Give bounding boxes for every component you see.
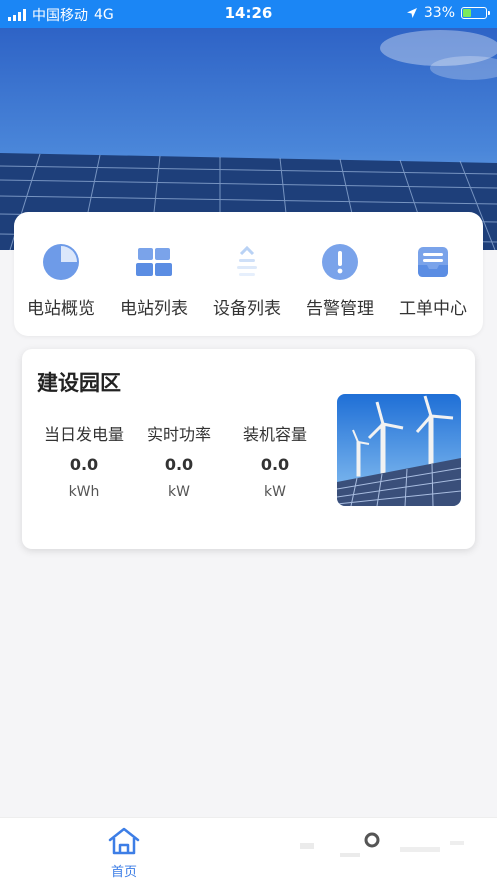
stat-value: 0.0 — [69, 455, 99, 474]
stat-realtime-power: 实时功率 0.0 kW — [129, 421, 229, 500]
stat-daily-generation: 当日发电量 0.0 kWh — [34, 421, 134, 500]
grid-list-icon — [136, 248, 172, 276]
stat-label: 装机容量 — [242, 425, 307, 444]
tab-home-label: 首页 — [110, 865, 137, 880]
menu-label: 告警管理 — [306, 299, 374, 319]
menu-item-station-list[interactable]: 电站列表 — [109, 242, 199, 319]
menu-label: 设备列表 — [213, 299, 281, 319]
menu-item-device-list[interactable]: 设备列表 — [202, 242, 292, 319]
pie-chart-icon — [43, 244, 79, 280]
battery-icon — [461, 7, 490, 19]
stat-unit: kW — [168, 484, 190, 500]
inbox-icon — [418, 247, 448, 277]
tab-bar: 首页 — [0, 817, 497, 884]
menu-item-station-overview[interactable]: 电站概览 — [16, 242, 106, 319]
tab-faded-placeholder — [300, 823, 470, 873]
alert-icon — [322, 244, 358, 280]
stat-installed-capacity: 装机容量 0.0 kW — [225, 421, 325, 500]
menu-label: 电站概览 — [27, 299, 95, 319]
stat-value: 0.0 — [164, 455, 194, 474]
status-bar: 中国移动 4G 14:26 33% — [0, 0, 497, 28]
menu-label: 工单中心 — [399, 299, 467, 319]
device-icon — [237, 245, 257, 276]
site-thumbnail — [337, 394, 461, 506]
menu-label: 电站列表 — [120, 299, 188, 319]
home-icon — [108, 827, 140, 855]
stat-label: 实时功率 — [146, 425, 211, 444]
tab-home[interactable]: 首页 — [94, 826, 154, 880]
site-name: 建设园区 — [37, 371, 121, 395]
menu-item-alarm-management[interactable]: 告警管理 — [295, 242, 385, 319]
stat-value: 0.0 — [260, 455, 290, 474]
battery-percent: 33% — [423, 5, 455, 21]
stat-label: 当日发电量 — [43, 425, 124, 444]
stat-unit: kW — [264, 484, 286, 500]
location-arrow-icon — [406, 8, 417, 18]
site-card[interactable]: 建设园区 当日发电量 0.0 kWh 实时功率 0.0 kW 装机容量 0.0 … — [22, 349, 475, 549]
menu-item-work-order-center[interactable]: 工单中心 — [388, 242, 478, 319]
stat-unit: kWh — [68, 484, 100, 500]
quick-menu: 电站概览 电站列表 设备列表 告警管理 工单中心 — [14, 212, 483, 336]
